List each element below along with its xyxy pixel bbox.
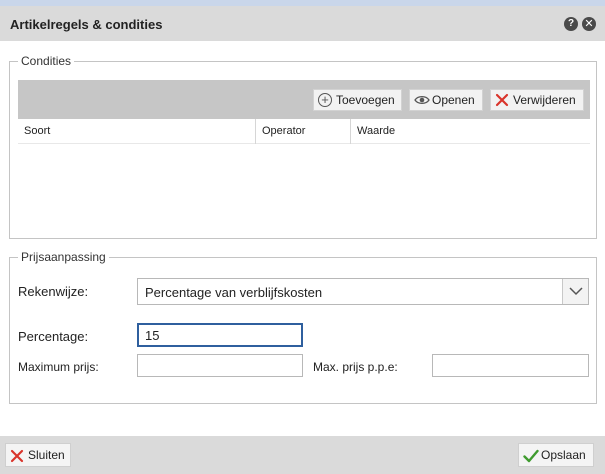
- maximum-prijs-label: Maximum prijs:: [18, 360, 99, 374]
- close-icon[interactable]: ✕: [582, 17, 596, 31]
- dialog-footer: Sluiten Opslaan: [0, 436, 605, 474]
- condities-toolbar: + Toevoegen Openen Verwijderen: [18, 80, 590, 119]
- max-prijs-ppe-input[interactable]: [432, 354, 589, 377]
- add-button[interactable]: + Toevoegen: [313, 89, 402, 111]
- prijsaanpassing-legend: Prijsaanpassing: [18, 250, 109, 264]
- dialog-titlebar: Artikelregels & condities ? ✕: [0, 6, 605, 41]
- plus-circle-icon: +: [318, 93, 332, 107]
- maximum-prijs-input[interactable]: [137, 354, 303, 377]
- close-x-icon: [10, 448, 24, 463]
- prijsaanpassing-fieldset: Prijsaanpassing Rekenwijze: Percentage v…: [9, 250, 597, 404]
- condities-grid-header: Soort Operator Waarde: [18, 119, 590, 144]
- column-header-soort[interactable]: Soort: [18, 119, 256, 144]
- close-button[interactable]: Sluiten: [5, 443, 71, 467]
- close-button-label: Sluiten: [28, 448, 65, 462]
- save-button[interactable]: Opslaan: [518, 443, 594, 467]
- delete-x-icon: [495, 93, 509, 107]
- percentage-label: Percentage:: [18, 329, 89, 344]
- open-button[interactable]: Openen: [409, 89, 483, 111]
- eye-icon: [414, 93, 430, 107]
- add-button-label: Toevoegen: [336, 93, 395, 107]
- delete-button[interactable]: Verwijderen: [490, 89, 584, 111]
- percentage-input[interactable]: [137, 323, 303, 347]
- dialog-title: Artikelregels & condities: [10, 17, 163, 32]
- help-icon[interactable]: ?: [564, 17, 578, 31]
- open-button-label: Openen: [432, 93, 475, 107]
- chevron-down-icon[interactable]: [562, 279, 588, 304]
- max-prijs-ppe-label: Max. prijs p.p.e:: [313, 360, 398, 374]
- condities-legend: Condities: [18, 54, 75, 68]
- save-button-label: Opslaan: [541, 448, 586, 462]
- rekenwijze-selected-value: Percentage van verblijfskosten: [145, 285, 323, 300]
- checkmark-icon: [523, 448, 539, 463]
- condities-fieldset: Condities + Toevoegen Openen Verwijderen: [9, 54, 597, 239]
- delete-button-label: Verwijderen: [513, 93, 576, 107]
- rekenwijze-select[interactable]: Percentage van verblijfskosten: [137, 278, 589, 305]
- column-header-operator[interactable]: Operator: [256, 119, 351, 144]
- column-header-waarde[interactable]: Waarde: [351, 119, 590, 144]
- rekenwijze-label: Rekenwijze:: [18, 284, 89, 299]
